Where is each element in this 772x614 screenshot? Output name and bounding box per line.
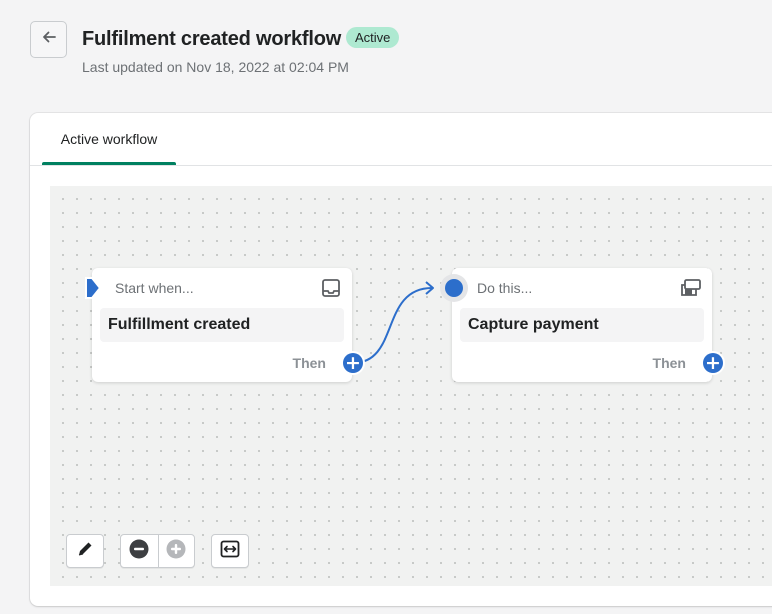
zoom-in-button[interactable]: [157, 535, 195, 567]
trigger-then-label: Then: [292, 355, 326, 371]
page-title: Fulfilment created workflow: [82, 28, 342, 50]
status-badge: Active: [346, 27, 400, 48]
workflow-card: Active workflow Start when... Fulfillmen…: [30, 113, 772, 606]
trigger-start-icon: [84, 277, 102, 304]
tab-active-workflow[interactable]: Active workflow: [42, 113, 176, 165]
action-node-title: Capture payment: [460, 308, 704, 342]
action-node-head: Do this...: [477, 280, 533, 296]
action-then-label: Then: [652, 355, 686, 371]
arrow-left-icon: [41, 29, 57, 50]
trigger-add-step-button[interactable]: +: [341, 351, 365, 375]
action-add-step-button[interactable]: +: [701, 351, 725, 375]
action-node[interactable]: Do this... Capture payment Then +: [440, 268, 725, 382]
zoom-in-icon: [166, 539, 186, 564]
trigger-node[interactable]: Start when... Fulfillment created Then +: [85, 268, 365, 382]
zoom-out-button[interactable]: [121, 535, 158, 567]
card-reader-icon: [680, 277, 702, 299]
zoom-controls: [120, 534, 195, 568]
trigger-node-title: Fulfillment created: [100, 308, 344, 342]
connector-line: [352, 281, 434, 364]
inbox-icon: [320, 277, 342, 299]
fit-to-screen-button[interactable]: [211, 534, 249, 568]
zoom-out-icon: [129, 539, 149, 564]
back-button[interactable]: [30, 21, 67, 58]
tab-divider: [30, 165, 772, 166]
plus-icon: +: [343, 353, 363, 373]
edit-button[interactable]: [66, 534, 104, 568]
workflow-canvas[interactable]: Start when... Fulfillment created Then +…: [50, 186, 772, 586]
action-input-dot-icon: [440, 274, 468, 302]
trigger-node-head: Start when...: [115, 280, 194, 296]
pencil-icon: [76, 540, 94, 563]
fit-to-screen-icon: [220, 540, 240, 563]
last-updated-text: Last updated on Nov 18, 2022 at 02:04 PM: [82, 59, 349, 75]
plus-icon: +: [703, 353, 723, 373]
